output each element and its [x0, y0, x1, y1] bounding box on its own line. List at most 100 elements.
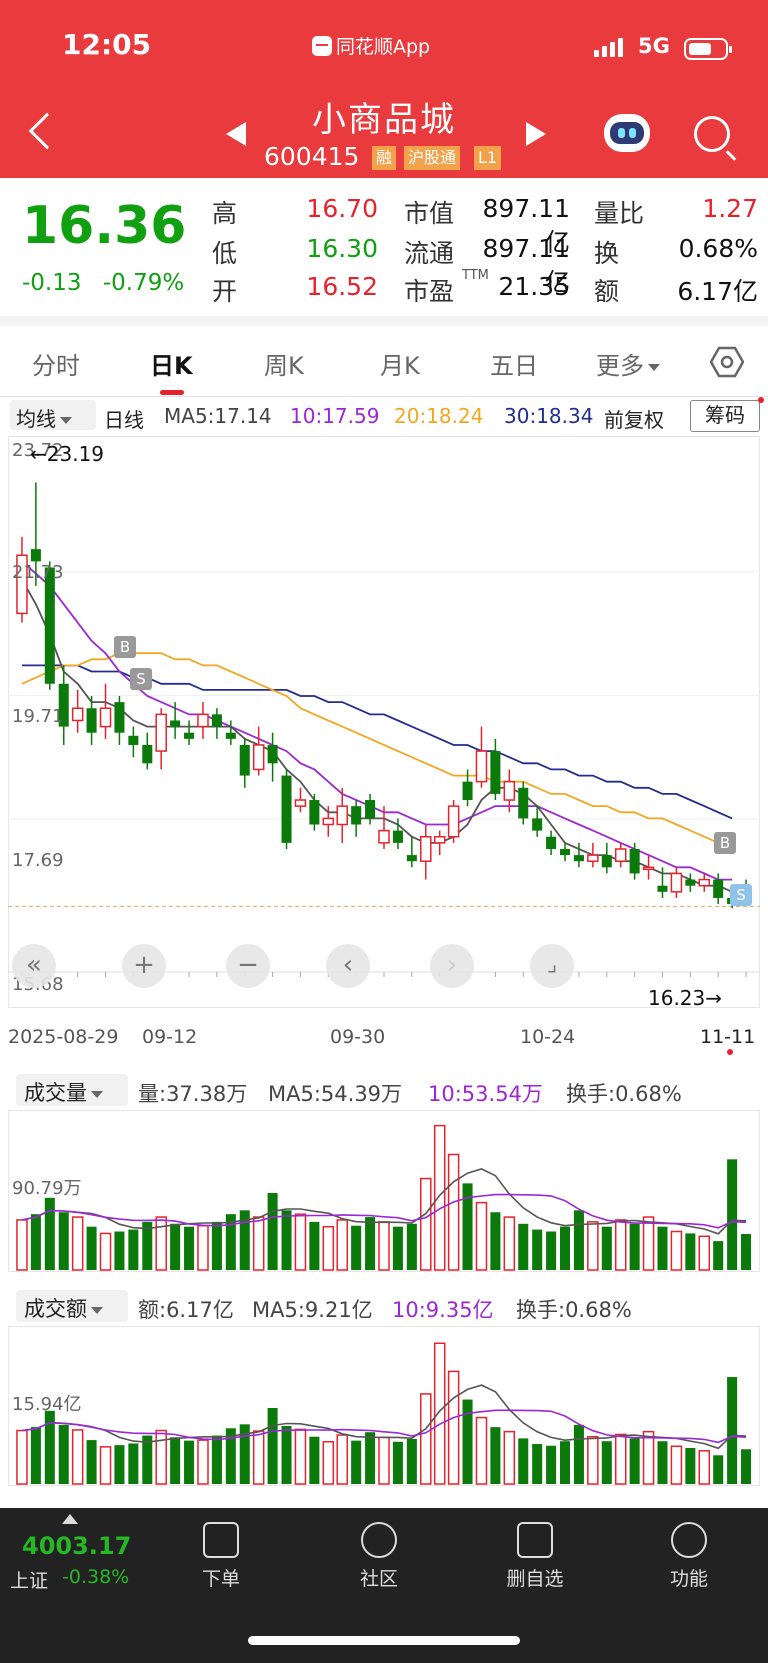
assistant-robot-icon[interactable] [604, 114, 650, 152]
prev-stock-icon[interactable] [226, 122, 246, 146]
amount-bar [629, 1438, 640, 1484]
buy-marker[interactable]: B [114, 636, 136, 658]
candle-body [685, 879, 696, 886]
buy-marker-recent[interactable]: B [714, 832, 736, 854]
volume-bar [490, 1212, 501, 1270]
zoom-out-icon[interactable]: − [226, 944, 270, 988]
tab-weekly-k[interactable]: 周K [264, 346, 304, 381]
tab-more[interactable]: 更多 [596, 346, 660, 381]
ma20-label: 20:18.24 [394, 404, 484, 428]
amount-bar [114, 1445, 125, 1484]
ma-dropdown[interactable]: 均线 [10, 400, 96, 431]
sell-marker[interactable]: S [130, 668, 152, 690]
turn-value: 0.68% [678, 234, 758, 263]
float-label: 流通 [404, 239, 455, 268]
signal-icon [594, 38, 623, 57]
candle-body [142, 744, 153, 764]
current-price: 16.36 [22, 196, 187, 256]
volume-bar [336, 1219, 348, 1271]
index-value[interactable]: 4003.17 [22, 1532, 131, 1560]
amount-ref-label: 15.94亿 [12, 1394, 82, 1415]
amount-bar [727, 1377, 738, 1484]
candle-body [351, 806, 362, 825]
volume-bar [475, 1201, 488, 1271]
volume-dropdown[interactable]: 成交量 [16, 1074, 128, 1106]
expand-up-icon[interactable] [62, 1514, 78, 1524]
rewind-icon[interactable]: « [12, 944, 56, 988]
candle-body [406, 855, 417, 862]
high-label: 高 [212, 199, 238, 228]
volume-bar [267, 1193, 278, 1270]
volume-bar [99, 1232, 112, 1271]
amount-bar [197, 1439, 209, 1485]
amount-bar [532, 1444, 543, 1484]
volume-bar [587, 1221, 599, 1271]
candle-body [128, 735, 139, 745]
amount-bar [294, 1428, 307, 1485]
adjust-label[interactable]: 前复权 [604, 404, 664, 433]
amount-dropdown[interactable]: 成交额 [16, 1290, 128, 1322]
tab-monthly-k[interactable]: 月K [380, 346, 420, 381]
amount-value: 额:6.17亿 [138, 1298, 234, 1322]
back-icon[interactable] [28, 112, 66, 150]
order-button[interactable]: 下单 [176, 1522, 266, 1591]
chip-button[interactable]: 筹码 [690, 400, 760, 432]
candle-body [155, 713, 167, 752]
change-pct: -0.79% [102, 270, 185, 296]
open-value: 16.52 [306, 272, 378, 301]
candle-body [99, 707, 112, 728]
next-stock-icon[interactable] [526, 122, 546, 146]
low-label: 低 [212, 239, 238, 268]
settings-icon[interactable] [710, 345, 744, 379]
scroll-right-icon[interactable]: › [430, 944, 474, 988]
volume-bar [351, 1225, 362, 1270]
volume-bar [16, 1219, 28, 1271]
amount-bar [58, 1424, 69, 1484]
tab-five-day[interactable]: 五日 [490, 346, 538, 381]
chevron-down-icon [60, 417, 72, 424]
remove-watch-button[interactable]: 删自选 [490, 1522, 580, 1591]
amount-bar [447, 1370, 460, 1485]
pe-sup: TTM [462, 268, 489, 283]
amount-chart[interactable] [8, 1326, 760, 1486]
amt-label: 额 [594, 277, 620, 306]
candle-body [629, 848, 640, 874]
volume-bar [713, 1241, 724, 1270]
volume-bar [657, 1226, 668, 1270]
search-icon[interactable] [694, 116, 730, 152]
candle-body [475, 750, 488, 783]
today-dot [727, 1049, 733, 1055]
scroll-left-icon[interactable]: ‹ [326, 944, 370, 988]
candle-body [532, 818, 543, 831]
tab-daily-k[interactable]: 日K [150, 346, 193, 381]
tag-level: L1 [474, 146, 502, 170]
kline-chart[interactable] [8, 436, 760, 1008]
volume-bar [406, 1223, 417, 1270]
tab-intraday[interactable]: 分时 [32, 346, 80, 381]
volume-bar [503, 1216, 516, 1271]
volume-bar [698, 1235, 711, 1271]
date-4: 11-11 [700, 1026, 756, 1048]
volume-bar [560, 1226, 571, 1270]
high-mark: ←23.19 [30, 442, 105, 466]
vr-label: 量比 [594, 199, 645, 228]
amount-ma10: 10:9.35亿 [392, 1298, 494, 1322]
sell-marker-recent[interactable]: S [730, 884, 752, 906]
candle-body [560, 848, 571, 856]
zoom-in-icon[interactable]: + [122, 944, 166, 988]
functions-button[interactable]: 功能 [644, 1522, 734, 1591]
pe-value: 21.35 [498, 272, 570, 301]
volume-chart[interactable] [8, 1110, 760, 1272]
chevron-down-icon [648, 363, 660, 371]
index-name: 上证 [10, 1570, 49, 1592]
volume-turnover: 换手:0.68% [566, 1082, 682, 1106]
amount-bar [336, 1434, 348, 1485]
date-2: 09-30 [330, 1026, 386, 1048]
candle-body [587, 854, 599, 862]
pe-label: 市盈 [404, 277, 455, 306]
candle-body [642, 866, 655, 871]
fullscreen-icon[interactable]: ⌟ [530, 944, 574, 988]
chevron-down-icon [91, 1306, 103, 1314]
community-button[interactable]: 社区 [334, 1522, 424, 1591]
battery-icon [684, 38, 732, 60]
